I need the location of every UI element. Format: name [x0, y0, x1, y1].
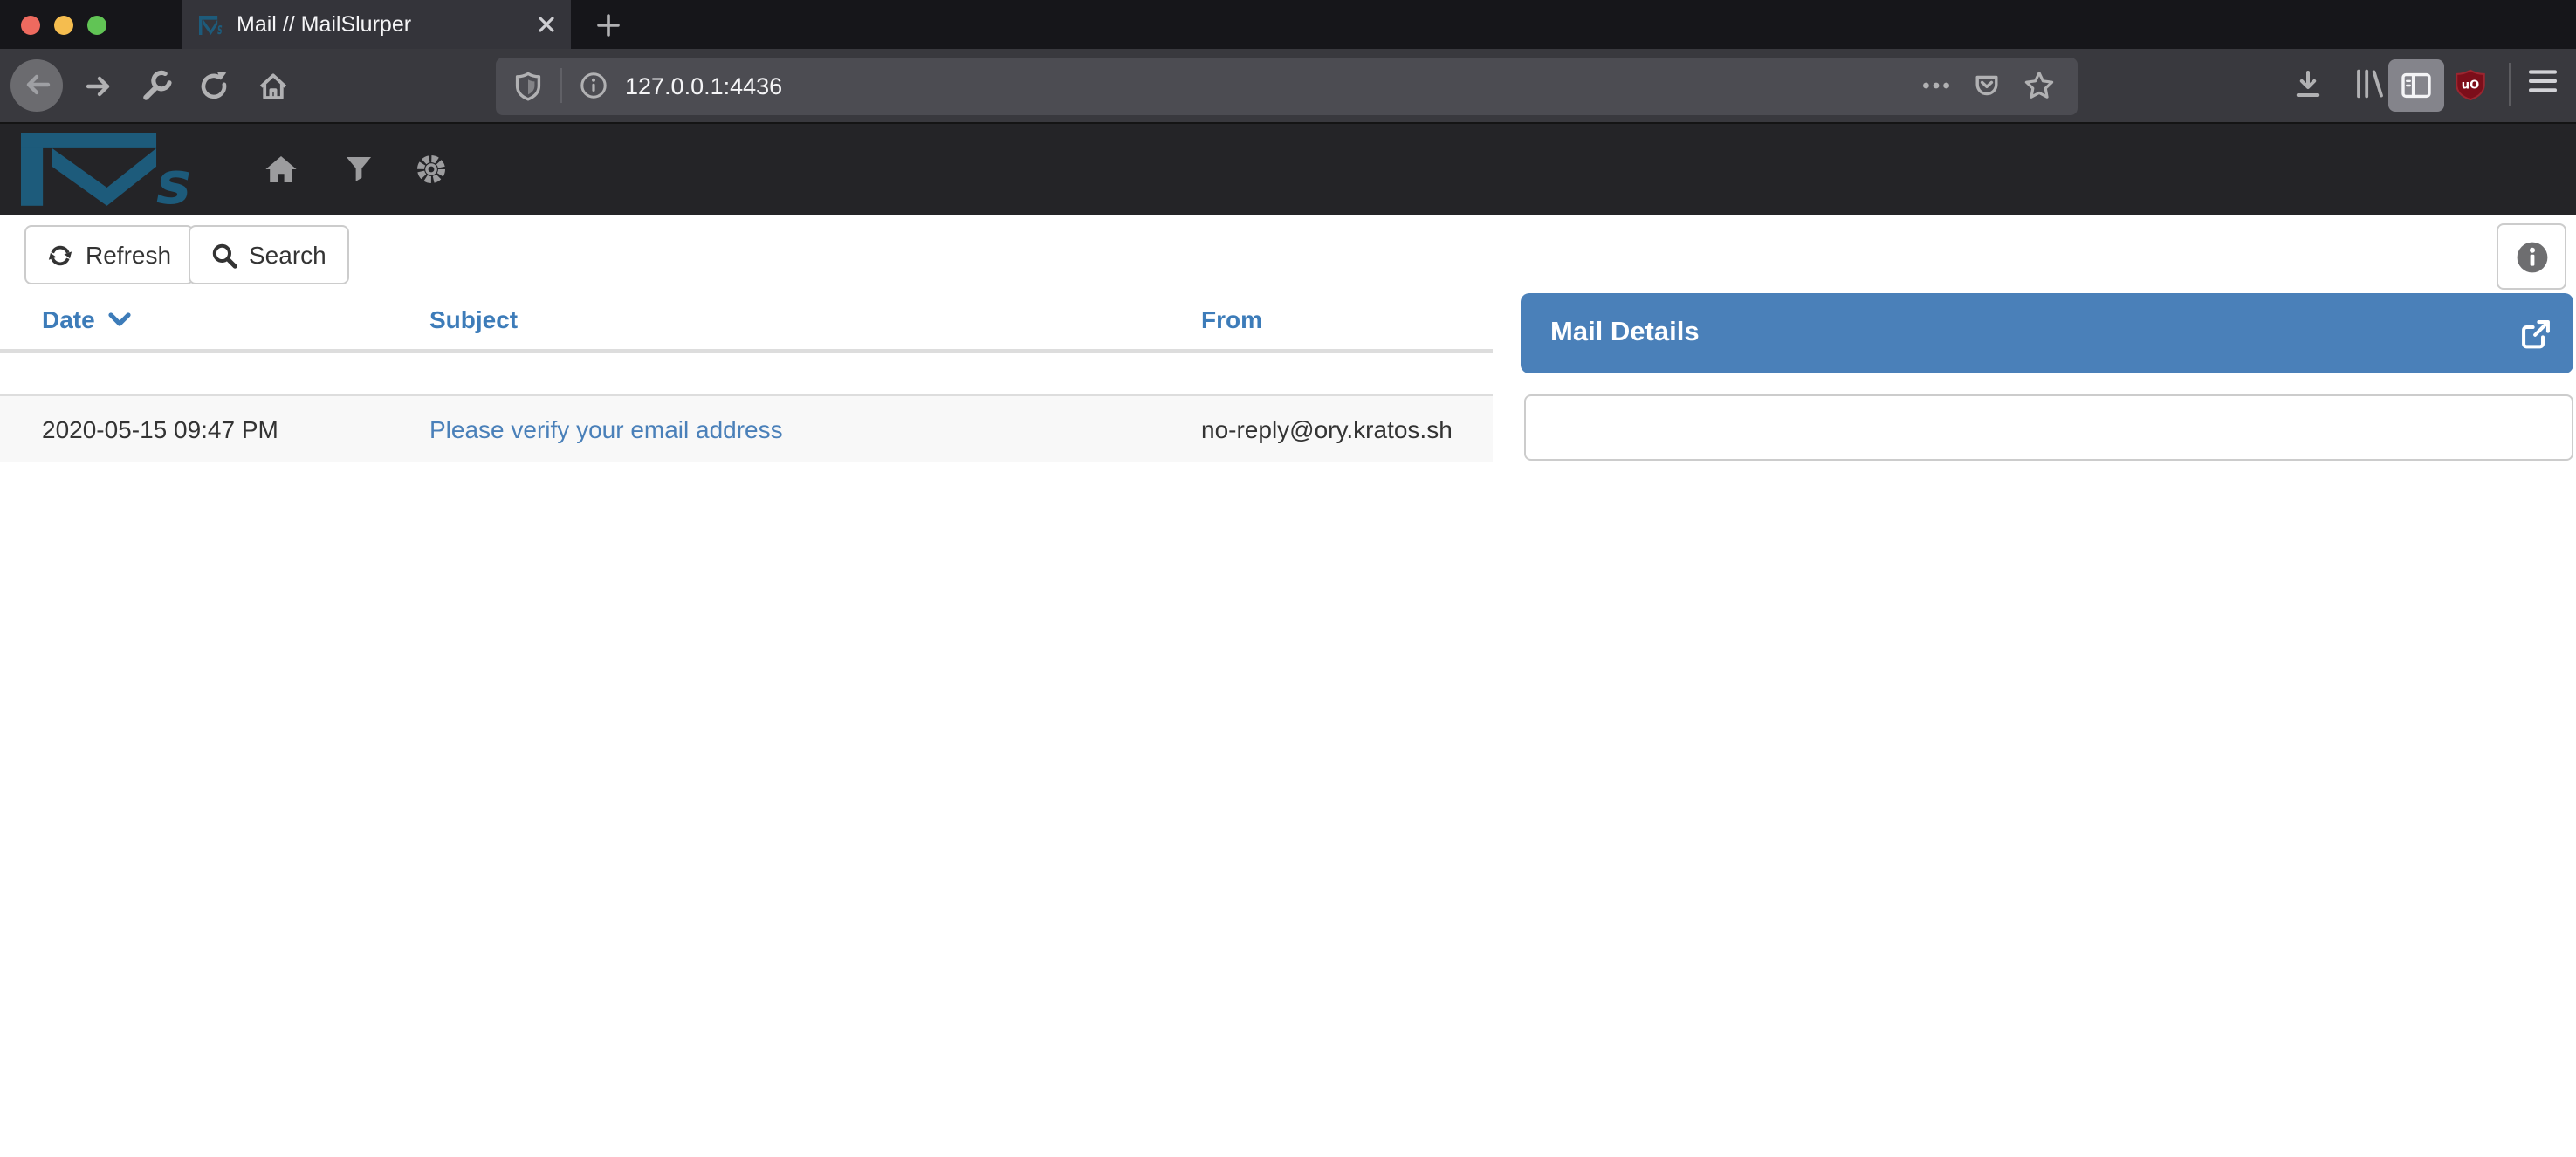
info-button[interactable]	[2497, 223, 2566, 290]
date-header-label: Date	[42, 291, 95, 349]
open-in-new-window-button[interactable]	[2519, 317, 2552, 350]
refresh-button[interactable]: Refresh	[24, 225, 194, 284]
ellipsis-icon	[1922, 80, 1950, 91]
mailslurper-logo	[21, 132, 213, 205]
address-bar[interactable]: 127.0.0.1:4436	[496, 57, 2078, 114]
mail-table-header: Date Subject From	[0, 291, 1493, 349]
cell-from: no-reply@ory.kratos.sh	[1201, 395, 1453, 462]
browser-window: s Mail // MailSlurper	[0, 0, 2576, 1157]
table-row-empty	[0, 353, 1493, 394]
main-content: Refresh Search Date Subject From 2020-05…	[0, 214, 2576, 1157]
downloads-button[interactable]	[2292, 67, 2324, 100]
from-header-label: From	[1201, 291, 1262, 349]
cell-date: 2020-05-15 09:47 PM	[42, 395, 278, 462]
tab-bar: Mail // MailSlurper	[0, 0, 2576, 49]
back-button[interactable]	[10, 58, 63, 111]
urlbar-separator	[560, 68, 562, 103]
app-filter-button[interactable]	[342, 154, 374, 185]
home-button[interactable]	[257, 69, 290, 102]
hamburger-icon	[2528, 67, 2558, 93]
mail-details-title: Mail Details	[1550, 293, 1700, 373]
refresh-label: Refresh	[86, 241, 171, 269]
plus-icon	[596, 13, 619, 36]
column-header-from[interactable]: From	[1201, 291, 1262, 349]
reload-icon	[197, 69, 230, 102]
column-header-subject[interactable]: Subject	[429, 291, 518, 349]
window-close-button[interactable]	[20, 15, 39, 34]
filter-icon	[345, 155, 371, 183]
browser-tab[interactable]: Mail // MailSlurper	[181, 0, 570, 49]
menu-button[interactable]	[2528, 67, 2558, 93]
mail-details-body	[1523, 394, 2573, 460]
mailslurper-favicon-icon	[198, 15, 224, 34]
column-header-date[interactable]: Date	[42, 291, 132, 349]
wrench-icon	[140, 69, 173, 102]
tracking-shield-icon[interactable]	[513, 71, 543, 100]
back-arrow-icon	[20, 68, 53, 101]
search-button[interactable]: Search	[188, 225, 349, 284]
reload-button[interactable]	[197, 69, 230, 102]
tab-title: Mail // MailSlurper	[237, 12, 526, 37]
app-settings-button[interactable]	[416, 154, 447, 185]
forward-arrow-icon	[82, 69, 115, 102]
library-icon	[2353, 67, 2387, 99]
sidebar-icon	[2401, 71, 2432, 99]
new-tab-button[interactable]	[590, 7, 625, 42]
tab-close-icon[interactable]	[537, 16, 554, 33]
bookmark-star-button[interactable]	[2023, 70, 2055, 101]
app-home-button[interactable]	[265, 154, 297, 185]
mailslurper-header	[0, 123, 2576, 214]
download-icon	[2292, 67, 2324, 100]
search-label: Search	[249, 241, 326, 269]
table-row[interactable]: 2020-05-15 09:47 PM Please verify your e…	[0, 394, 1493, 462]
mail-details-header: Mail Details	[1520, 293, 2573, 373]
search-icon	[210, 242, 237, 268]
info-icon	[2515, 240, 2548, 273]
library-button[interactable]	[2353, 67, 2387, 99]
pocket-icon	[1973, 72, 2001, 99]
pocket-button[interactable]	[1973, 72, 2001, 99]
toolbar-separator	[2509, 63, 2511, 106]
window-minimize-button[interactable]	[54, 15, 73, 34]
subject-link[interactable]: Please verify your email address	[429, 414, 783, 442]
refresh-icon	[47, 242, 73, 268]
window-zoom-button[interactable]	[87, 15, 106, 34]
sort-chevron-down-icon	[109, 312, 132, 328]
home-icon	[257, 69, 290, 102]
gear-icon	[416, 154, 447, 185]
star-icon	[2023, 70, 2055, 101]
forward-button[interactable]	[82, 69, 115, 102]
subject-header-label: Subject	[429, 291, 518, 349]
ublock-glyph: uO	[2462, 78, 2479, 91]
site-info-icon[interactable]	[580, 72, 608, 99]
ublock-shield-icon: uO	[2455, 67, 2486, 100]
page-actions-button[interactable]	[1922, 80, 1950, 91]
browser-toolbar: 127.0.0.1:4436 uO	[0, 49, 2576, 123]
external-link-icon	[2519, 317, 2552, 350]
tools-button[interactable]	[140, 69, 173, 102]
sidebar-button[interactable]	[2388, 58, 2444, 111]
app-home-icon	[265, 155, 297, 183]
url-text[interactable]: 127.0.0.1:4436	[625, 72, 1922, 99]
ublock-extension-button[interactable]: uO	[2455, 67, 2486, 100]
